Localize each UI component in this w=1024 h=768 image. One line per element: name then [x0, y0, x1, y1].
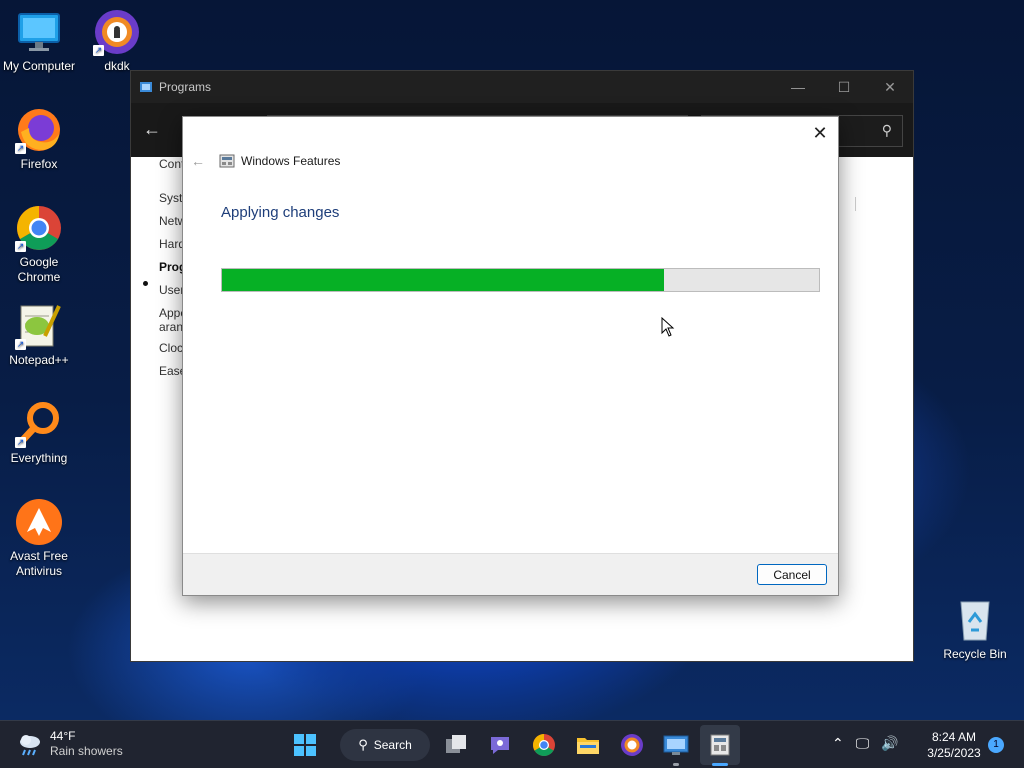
- dialog-back-arrow-icon: ←: [191, 153, 205, 169]
- network-icon[interactable]: 🖵: [856, 735, 870, 752]
- shortcut-arrow-icon: ↗: [15, 339, 26, 350]
- task-view-icon[interactable]: [442, 731, 470, 759]
- desktop-icon-avast[interactable]: Avast Free Antivirus: [0, 498, 78, 579]
- chat-icon[interactable]: [486, 731, 514, 759]
- firefox-icon: ↗: [15, 106, 63, 154]
- search-label: Search: [373, 738, 412, 752]
- notification-badge[interactable]: 1: [988, 737, 1004, 753]
- everything-search-icon: ↗: [15, 400, 63, 448]
- clock[interactable]: 8:24 AM 3/25/2023: [916, 729, 992, 761]
- weather-temp: 44°F: [50, 729, 76, 743]
- desktop-icon-label: Google Chrome: [17, 255, 61, 284]
- desktop-icon-label: Notepad++: [9, 353, 69, 367]
- search-icon: ⚲: [358, 737, 368, 752]
- windows-features-icon: [219, 154, 235, 168]
- chrome-icon[interactable]: [530, 731, 558, 759]
- volume-icon[interactable]: 🔊: [881, 735, 898, 752]
- desktop-icon-label: My Computer: [2, 59, 76, 73]
- desktop-icon-label: Everything: [10, 451, 68, 465]
- desktop-icon-firefox[interactable]: ↗ Firefox: [0, 106, 78, 172]
- running-indicator: [673, 763, 679, 766]
- shortcut-arrow-icon: ↗: [15, 143, 26, 154]
- close-button[interactable]: ✕: [867, 71, 913, 103]
- cancel-button[interactable]: Cancel: [757, 564, 827, 585]
- file-explorer-icon[interactable]: [574, 731, 602, 759]
- avast-secure-browser-icon: ↗: [93, 8, 141, 56]
- back-arrow-icon[interactable]: ←: [143, 119, 161, 140]
- avast-icon: [15, 498, 63, 546]
- monitor-icon: [15, 8, 63, 56]
- taskbar-search-button[interactable]: ⚲ Search: [340, 729, 430, 761]
- desktop-icon-recycle-bin[interactable]: Recycle Bin: [936, 596, 1014, 662]
- active-bullet: [143, 281, 148, 286]
- clock-date: 3/25/2023: [927, 746, 981, 760]
- windows-features-icon[interactable]: [706, 731, 734, 759]
- start-icon[interactable]: [291, 731, 319, 759]
- chrome-icon: ↗: [15, 204, 63, 252]
- shortcut-arrow-icon: ↗: [15, 241, 26, 252]
- control-panel-titlebar[interactable]: Programs — ☐ ✕: [131, 71, 913, 103]
- desktop-icon-google-chrome[interactable]: ↗ Google Chrome: [0, 204, 78, 285]
- rain-cloud-icon: [20, 735, 40, 756]
- control-panel-icon: [140, 82, 152, 92]
- weather-widget[interactable]: 44°F Rain showers: [16, 729, 123, 759]
- desktop-icon-dkdk[interactable]: ↗ dkdk: [78, 8, 156, 74]
- window-title: Programs: [159, 80, 212, 94]
- desktop-icon-label: Firefox: [20, 157, 58, 171]
- progress-bar-fill: [222, 269, 664, 291]
- desktop-icon-everything[interactable]: ↗ Everything: [0, 400, 78, 466]
- dialog-title: Windows Features: [241, 154, 341, 168]
- minimize-button[interactable]: —: [775, 71, 821, 103]
- progress-bar: [221, 268, 820, 292]
- dialog-heading: Applying changes: [221, 204, 340, 221]
- maximize-button[interactable]: ☐: [821, 71, 867, 103]
- dialog-title-row: Windows Features: [219, 153, 340, 169]
- weather-condition: Rain showers: [50, 744, 123, 758]
- windows-features-dialog: ✕ ← Windows Features Applying changes Ca…: [182, 116, 839, 596]
- desktop-icon-my-computer[interactable]: My Computer: [0, 8, 78, 74]
- shortcut-arrow-icon: ↗: [15, 437, 26, 448]
- taskbar: 44°F Rain showers ⚲ Search ⌃ 🖵 🔊 8:24 AM…: [0, 720, 1024, 768]
- notepadpp-icon: ↗: [15, 302, 63, 350]
- dialog-footer: Cancel: [183, 553, 838, 595]
- clock-time: 8:24 AM: [931, 730, 977, 744]
- desktop-icon-label: Recycle Bin: [943, 647, 1007, 661]
- shortcut-arrow-icon: ↗: [93, 45, 104, 56]
- dialog-close-button[interactable]: ✕: [808, 121, 832, 145]
- divider: [855, 197, 856, 211]
- search-icon: ⚲: [881, 122, 892, 138]
- chevron-up-icon[interactable]: ⌃: [832, 735, 844, 752]
- recycle-bin-icon: [951, 596, 999, 644]
- active-indicator: [712, 763, 728, 766]
- desktop-icon-label: Avast Free Antivirus: [10, 549, 68, 578]
- desktop-icon-notepadpp[interactable]: ↗ Notepad++: [0, 302, 78, 368]
- control-panel-icon[interactable]: [662, 731, 690, 759]
- system-tray: ⌃ 🖵 🔊: [832, 735, 911, 752]
- mouse-cursor-icon: [661, 317, 675, 337]
- avast-secure-browser-icon[interactable]: [618, 731, 646, 759]
